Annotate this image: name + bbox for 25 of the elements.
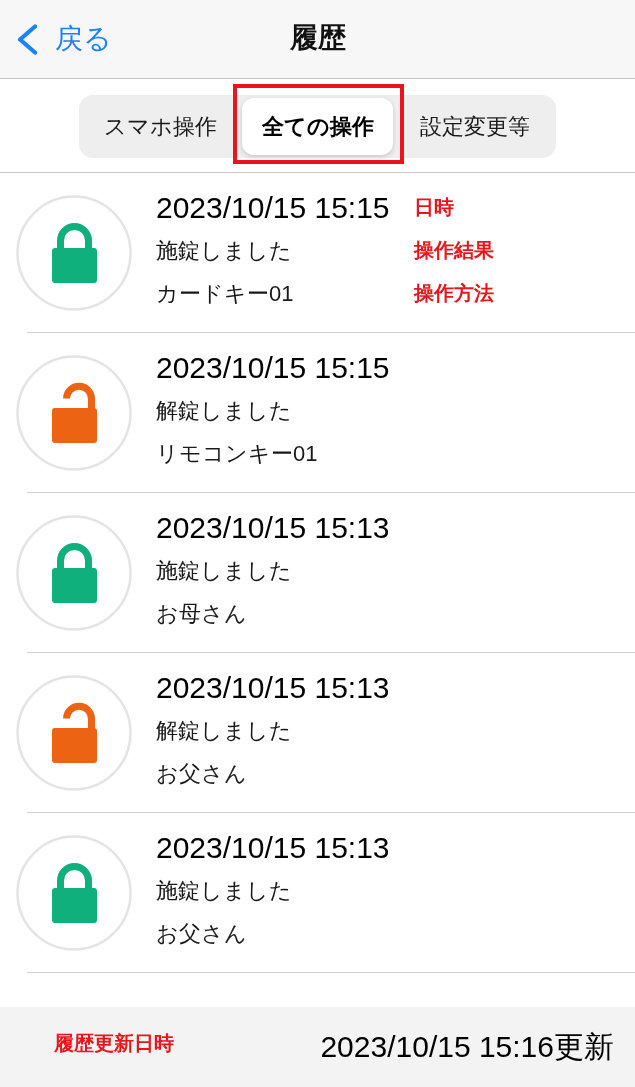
chevron-left-icon	[16, 23, 38, 55]
screen-title: 履歴	[289, 21, 346, 55]
method-text: お父さん	[156, 920, 248, 948]
method-text: カードキー01	[156, 280, 295, 308]
date-time: 2023/10/15 15:13	[156, 830, 390, 866]
annotation-label: 日時	[413, 195, 455, 220]
segment-tab[interactable]: 全ての操作	[242, 98, 393, 155]
annotation-label: 操作結果	[413, 238, 494, 263]
result-text: 施錠しました	[156, 557, 293, 585]
annotation-label: 履歴更新日時	[54, 1030, 174, 1056]
date-time: 2023/10/15 15:13	[156, 670, 390, 706]
annotation-label: 操作方法	[413, 281, 494, 306]
date-time: 2023/10/15 15:15	[156, 190, 390, 226]
result-text: 施錠しました	[156, 237, 293, 265]
date-time: 2023/10/15 15:13	[156, 510, 390, 546]
segment-tab[interactable]: 設定変更等	[397, 98, 552, 155]
result-text: 施錠しました	[156, 877, 293, 905]
result-text: 解錠しました	[156, 717, 293, 745]
segment-tab[interactable]: スマホ操作	[83, 98, 238, 155]
method-text: リモコンキー01	[156, 440, 319, 468]
result-text: 解錠しました	[156, 397, 293, 425]
date-time: 2023/10/15 15:15	[156, 350, 390, 386]
method-text: お父さん	[156, 760, 248, 788]
last-updated-text: 2023/10/15 15:16更新	[320, 1028, 614, 1065]
method-text: お母さん	[156, 600, 248, 628]
